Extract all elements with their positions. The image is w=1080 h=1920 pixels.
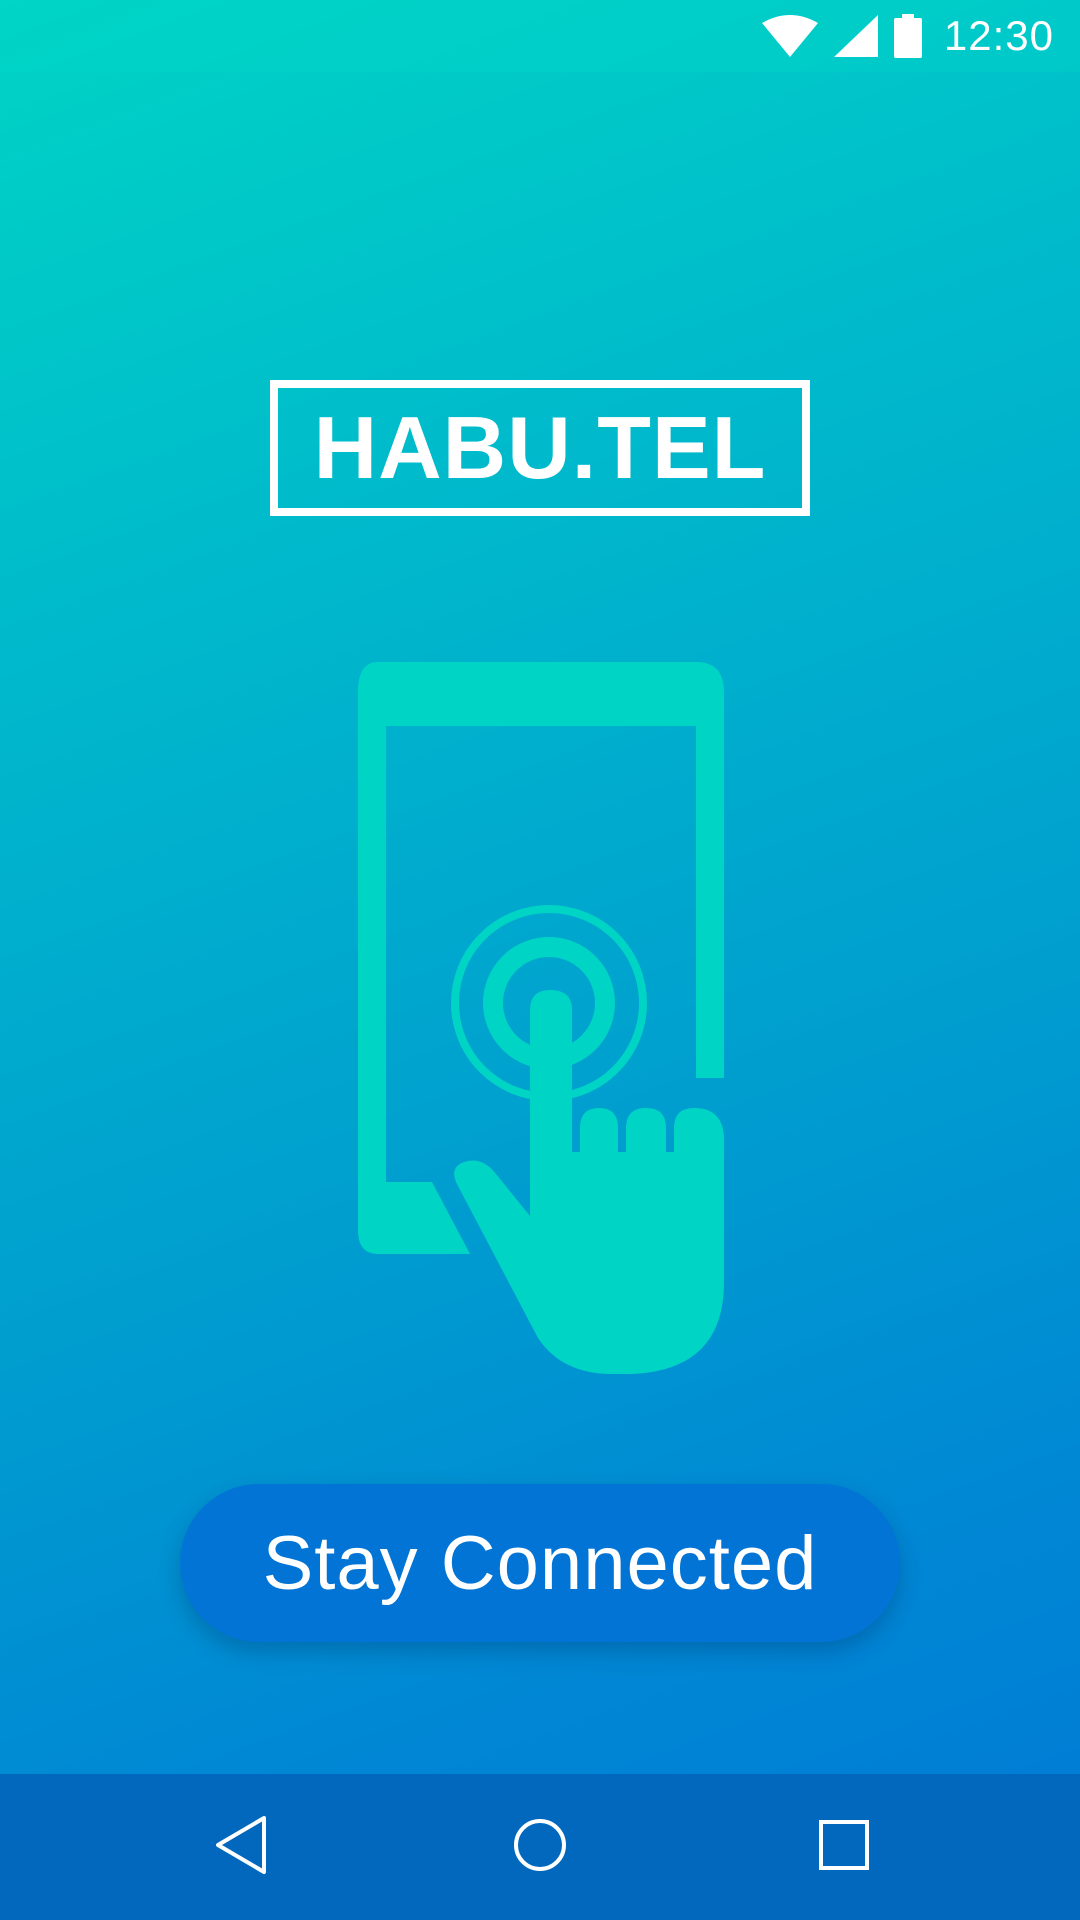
stay-connected-button[interactable]: Stay Connected [180,1484,900,1642]
signal-icon [833,15,878,57]
status-icons: 12:30 [761,10,1054,62]
app-logo: HABU.TEL [270,380,810,516]
back-button[interactable] [150,1774,330,1920]
back-icon [212,1814,268,1881]
recents-icon [818,1819,870,1876]
home-button[interactable] [450,1774,630,1920]
status-bar: 12:30 [0,0,1080,72]
phone-tap-icon [358,662,724,1374]
wifi-icon [761,15,818,57]
stay-connected-label: Stay Connected [262,1520,818,1606]
battery-icon [893,14,922,58]
recents-button[interactable] [754,1774,934,1920]
navigation-bar [0,1774,1080,1920]
logo-text: HABU.TEL [313,398,767,497]
home-icon [512,1817,568,1878]
phone-tap-illustration [340,650,740,1390]
status-time: 12:30 [943,12,1054,59]
